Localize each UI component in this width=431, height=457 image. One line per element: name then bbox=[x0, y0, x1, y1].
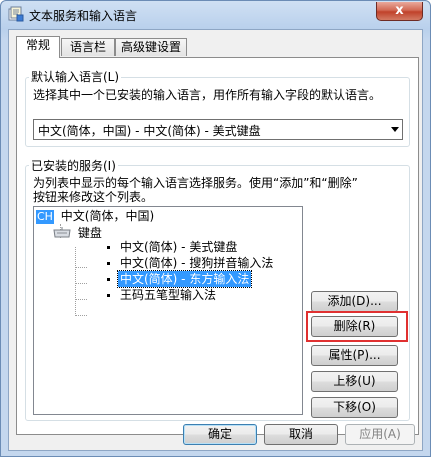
chevron-down-icon[interactable] bbox=[391, 127, 399, 132]
title-bar[interactable]: 文本服务和输入语言 x bbox=[1, 1, 430, 29]
properties-button[interactable]: 属性(P)... bbox=[311, 345, 398, 366]
remove-button[interactable]: 删除(R) bbox=[311, 316, 398, 337]
tree-service-label: 中文(简体) - 搜狗拼音输入法 bbox=[120, 256, 274, 270]
tree-connector bbox=[75, 247, 76, 316]
cancel-button[interactable]: 取消 bbox=[264, 424, 338, 445]
window-title: 文本服务和输入语言 bbox=[29, 9, 138, 23]
installed-services-description-2: 按钮来修改这个列表。 bbox=[33, 190, 154, 204]
ok-button[interactable]: 确定 bbox=[183, 424, 257, 445]
tree-category-label: 键盘 bbox=[77, 226, 102, 240]
tree-connector bbox=[75, 299, 87, 300]
tree-connector bbox=[75, 315, 87, 316]
default-language-group-label: 默认输入语言(L) bbox=[29, 68, 122, 85]
bullet-icon bbox=[107, 278, 110, 281]
bullet-icon bbox=[107, 246, 110, 249]
move-down-button[interactable]: 下移(O) bbox=[311, 397, 398, 418]
tree-item-service-selected[interactable]: 中文(简体) - 东方输入法 bbox=[116, 270, 253, 288]
tab-advanced-label: 高级键设置 bbox=[120, 40, 181, 54]
tab-language-bar[interactable]: 语言栏 bbox=[61, 38, 115, 56]
tab-general[interactable]: 常规 bbox=[16, 36, 60, 58]
language-badge-icon: CH bbox=[36, 210, 54, 224]
tab-general-label: 常规 bbox=[25, 38, 50, 52]
tree-language-label: 中文(简体，中国) bbox=[60, 209, 155, 223]
tree-item-service[interactable]: 中文(简体) - 搜狗拼音输入法 bbox=[120, 255, 273, 271]
bullet-icon bbox=[107, 294, 110, 297]
tab-advanced-key-settings[interactable]: 高级键设置 bbox=[115, 38, 187, 56]
apply-button[interactable]: 应用(A) bbox=[345, 424, 415, 445]
close-icon: x bbox=[395, 3, 404, 18]
close-button[interactable]: x bbox=[376, 2, 423, 21]
add-button[interactable]: 添加(D)... bbox=[311, 291, 398, 312]
dialog-window: 文本服务和输入语言 x 常规 语言栏 高级键设置 默认输入语言(L) 选择其中一… bbox=[0, 0, 431, 457]
tab-panel-general: 默认输入语言(L) 选择其中一个已安装的输入语言，用作所有输入字段的默认语言。 … bbox=[16, 57, 419, 435]
text-services-icon bbox=[8, 6, 24, 22]
default-language-description: 选择其中一个已安装的输入语言，用作所有输入字段的默认语言。 bbox=[33, 88, 382, 102]
keyboard-icon bbox=[53, 227, 71, 238]
tree-item-keyboard[interactable]: 键盘 bbox=[53, 225, 102, 241]
tree-service-label: 王码五笔型输入法 bbox=[120, 288, 217, 302]
move-up-button[interactable]: 上移(U) bbox=[311, 371, 398, 392]
tree-service-label: 中文(简体) - 美式键盘 bbox=[120, 240, 238, 254]
tree-item-service[interactable]: 王码五笔型输入法 bbox=[120, 287, 216, 303]
tree-item-language[interactable]: CH 中文(简体，中国) bbox=[36, 208, 154, 224]
tree-item-service[interactable]: 中文(简体) - 美式键盘 bbox=[120, 239, 237, 255]
tree-connector bbox=[75, 267, 87, 268]
bullet-icon bbox=[107, 262, 110, 265]
default-language-select-value: 中文(简体，中国) - 中文(简体) - 美式键盘 bbox=[38, 124, 261, 138]
dialog-client: 常规 语言栏 高级键设置 默认输入语言(L) 选择其中一个已安装的输入语言，用作… bbox=[8, 29, 423, 451]
installed-services-group-label: 已安装的服务(I) bbox=[29, 157, 118, 174]
tree-service-label: 中文(简体) - 东方输入法 bbox=[120, 272, 250, 286]
tree-connector bbox=[75, 283, 87, 284]
installed-services-tree[interactable]: CH 中文(简体，中国) 键盘 中文(简体) - 美式键盘 中文(简体) - 搜… bbox=[33, 206, 303, 415]
tab-language-bar-label: 语言栏 bbox=[69, 40, 106, 54]
default-language-select[interactable]: 中文(简体，中国) - 中文(简体) - 美式键盘 bbox=[33, 119, 403, 140]
